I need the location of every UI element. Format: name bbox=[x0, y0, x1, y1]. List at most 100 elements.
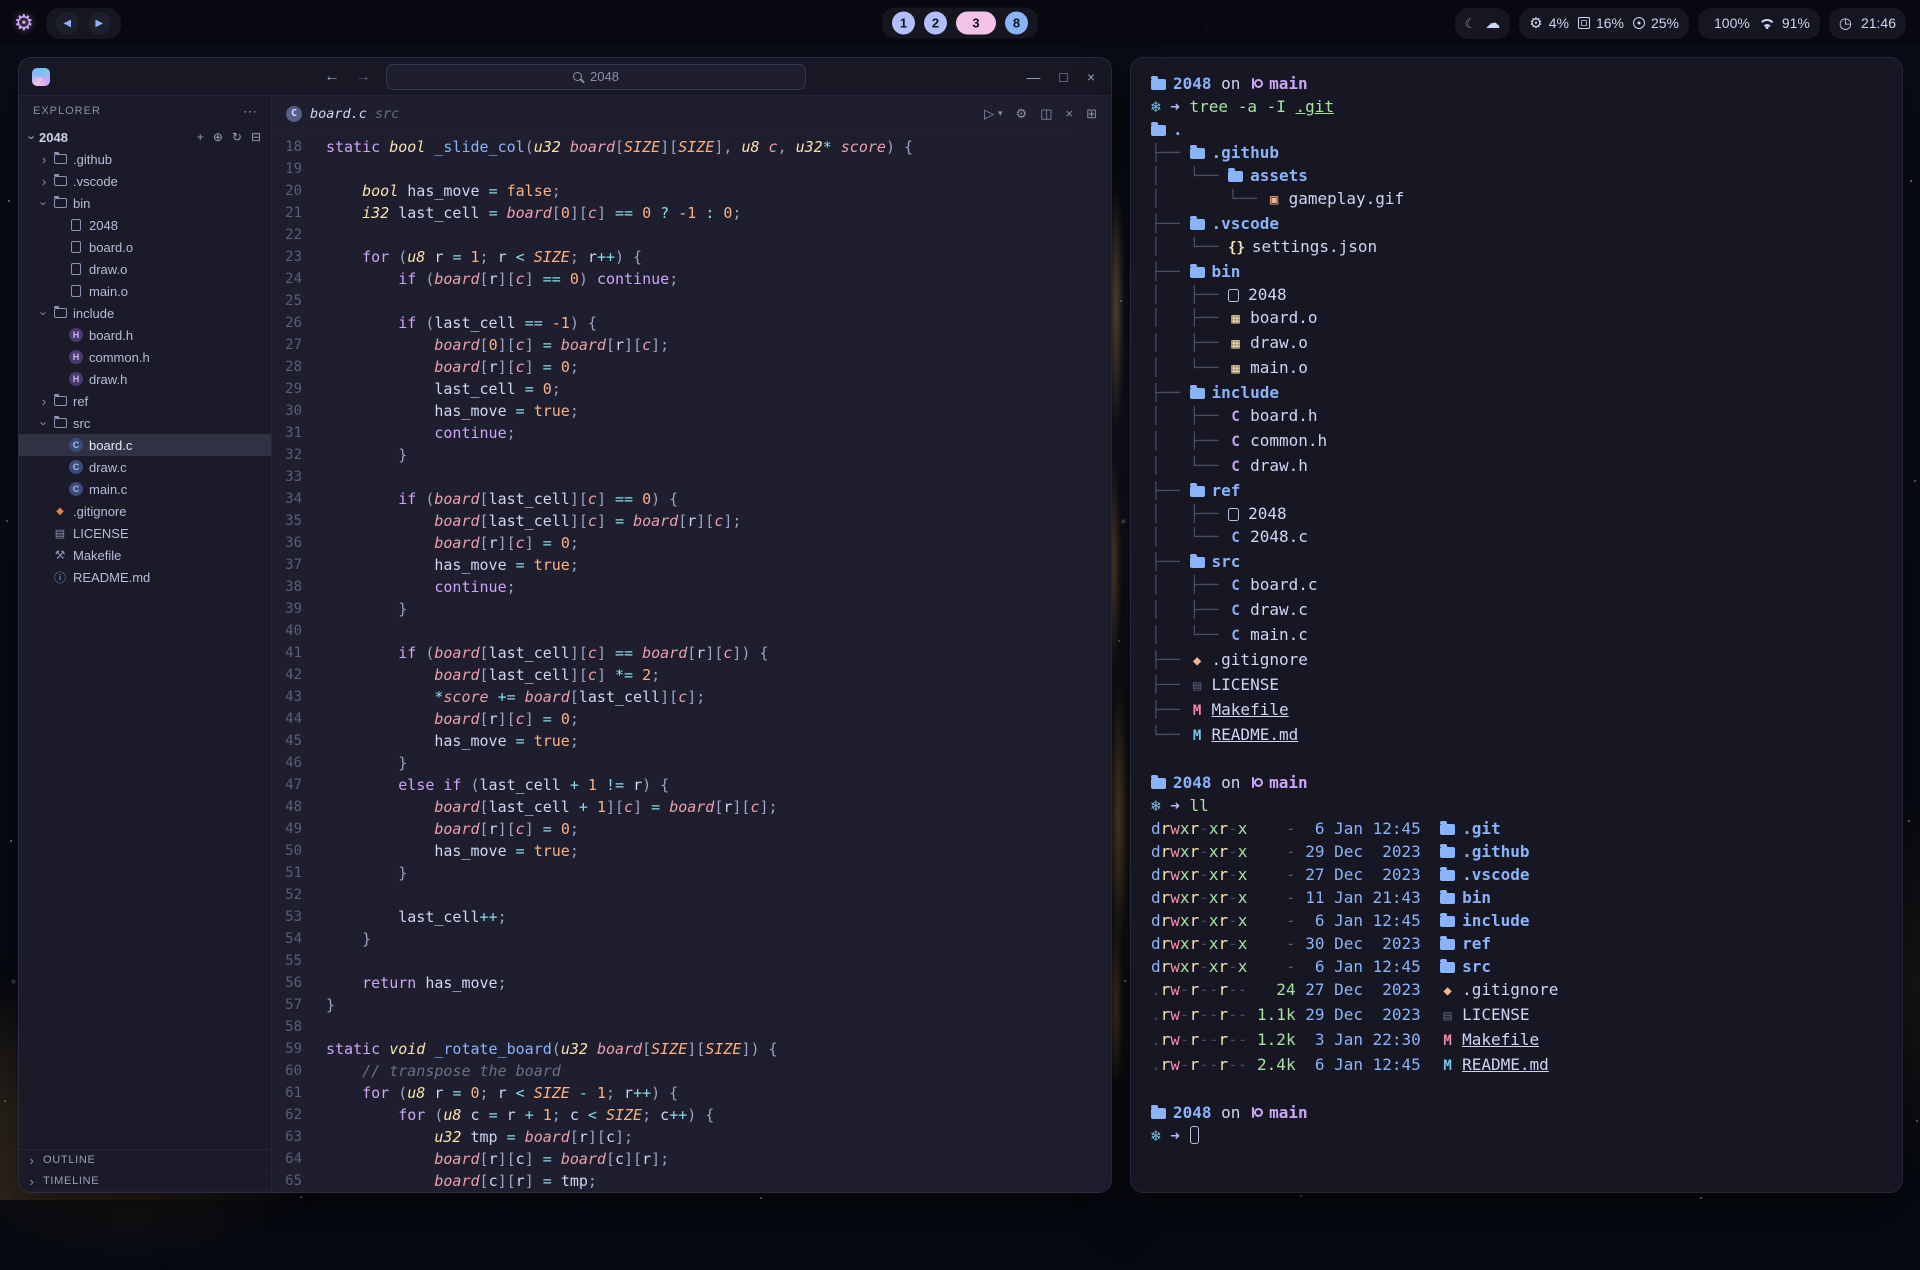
perm-char: x bbox=[1238, 865, 1248, 884]
explorer-item-main.o[interactable]: main.o bbox=[19, 280, 271, 302]
perm-char: w bbox=[1170, 819, 1180, 838]
explorer-item-board.h[interactable]: Hboard.h bbox=[19, 324, 271, 346]
explorer-item-LICENSE[interactable]: ▤LICENSE bbox=[19, 522, 271, 544]
explorer-item-main.c[interactable]: Cmain.c bbox=[19, 478, 271, 500]
explorer-item-include[interactable]: ›include bbox=[19, 302, 271, 324]
terminal-line-25: ├── ◆.gitignore bbox=[1151, 648, 1882, 673]
line-number: 38 bbox=[272, 576, 302, 598]
explorer-item-.github[interactable]: ›.github bbox=[19, 148, 271, 170]
vscode-body: EXPLORER ⋯ ›2048+⊕↻⊟›.github›.vscode›bin… bbox=[19, 96, 1111, 1192]
folder-icon bbox=[51, 308, 69, 318]
line-number: 54 bbox=[272, 928, 302, 950]
explorer-item-draw.h[interactable]: Hdraw.h bbox=[19, 368, 271, 390]
code-line-44: 44 board[r][c] = 0; bbox=[272, 708, 1111, 730]
vscode-titlebar[interactable]: ← → 2048 — □ × bbox=[19, 58, 1111, 96]
explorer-item-2048[interactable]: ›2048+⊕↻⊟ bbox=[19, 126, 271, 148]
settings-icon[interactable]: ⚙ bbox=[1016, 106, 1028, 122]
explorer-item-draw.c[interactable]: Cdraw.c bbox=[19, 456, 271, 478]
run-button[interactable]: ▷ bbox=[984, 106, 994, 122]
volume-indicator-value: 100% bbox=[1714, 15, 1750, 31]
explorer-item-src[interactable]: ›src bbox=[19, 412, 271, 434]
back-button[interactable]: ← bbox=[324, 68, 340, 86]
terminal-line-22: │ ├── Cboard.c bbox=[1151, 573, 1882, 598]
perm-char: - bbox=[1238, 1055, 1248, 1074]
terminal-window[interactable]: 2048 on main❄ ➜ tree -a -I .git.├── .git… bbox=[1130, 57, 1903, 1193]
code-line-39: 39 } bbox=[272, 598, 1111, 620]
minimize-button[interactable]: — bbox=[1026, 69, 1040, 85]
explorer-item-board.c[interactable]: Cboard.c bbox=[19, 434, 271, 456]
search-text: 2048 bbox=[590, 69, 619, 84]
explorer-item-draw.o[interactable]: draw.o bbox=[19, 258, 271, 280]
perm-char: - bbox=[1238, 1030, 1248, 1049]
bar-right-modules: ☾ ☁ ⚙4%16%25% 100%91% ◷ 21:46 bbox=[1455, 8, 1906, 39]
tab-board-c[interactable]: C board.c src bbox=[272, 96, 413, 131]
panel-outline[interactable]: ›OUTLINE bbox=[19, 1150, 271, 1171]
new-folder-button[interactable]: ⊕ bbox=[213, 130, 223, 144]
forward-button[interactable]: → bbox=[355, 68, 371, 86]
next-button[interactable]: ▶ bbox=[88, 12, 111, 35]
explorer-item-README.md[interactable]: ⓘREADME.md bbox=[19, 566, 271, 588]
perm-char: x bbox=[1180, 842, 1190, 861]
explorer-actions: + ⊕ ↻ ⊟ bbox=[197, 130, 271, 144]
perm-char: - bbox=[1199, 819, 1209, 838]
item-label: bin bbox=[73, 196, 90, 211]
line-number: 41 bbox=[272, 642, 302, 664]
close-editor-button[interactable]: × bbox=[1066, 106, 1074, 121]
close-button[interactable]: × bbox=[1087, 69, 1095, 85]
perm-char: w bbox=[1170, 934, 1180, 953]
folder-icon bbox=[1190, 148, 1205, 159]
prev-button[interactable]: ◀ bbox=[56, 12, 79, 35]
perm-char: - bbox=[1199, 888, 1209, 907]
launcher-gear-icon[interactable]: ⚙ bbox=[14, 12, 34, 34]
split-editor-button[interactable]: ◫ bbox=[1040, 106, 1052, 122]
maximize-button[interactable]: □ bbox=[1059, 69, 1067, 85]
panel-timeline[interactable]: ›TIMELINE bbox=[19, 1171, 271, 1192]
explorer-item-2048[interactable]: 2048 bbox=[19, 214, 271, 236]
code-line-38: 38 continue; bbox=[272, 576, 1111, 598]
explorer-item-common.h[interactable]: Hcommon.h bbox=[19, 346, 271, 368]
file-icon bbox=[67, 241, 85, 253]
code-line-28: 28 board[r][c] = 0; bbox=[272, 356, 1111, 378]
explorer-item-.vscode[interactable]: ›.vscode bbox=[19, 170, 271, 192]
line-content: has_move = true; bbox=[326, 400, 579, 422]
code-line-47: 47 else if (last_cell + 1 != r) { bbox=[272, 774, 1111, 796]
run-dropdown-icon[interactable]: ▾ bbox=[998, 108, 1003, 119]
collapse-all-button[interactable]: ⊟ bbox=[251, 130, 261, 144]
perm-char: - bbox=[1199, 1005, 1209, 1024]
terminal-line-5: │ └── assets bbox=[1151, 164, 1882, 187]
line-content: board[r][c] = 0; bbox=[326, 818, 579, 840]
workspace-2[interactable]: 2 bbox=[924, 12, 947, 35]
explorer-item-board.o[interactable]: board.o bbox=[19, 236, 271, 258]
perm-char: - bbox=[1180, 1005, 1190, 1024]
editor-code[interactable]: 18static bool _slide_col(u32 board[SIZE]… bbox=[272, 132, 1111, 1192]
refresh-button[interactable]: ↻ bbox=[232, 130, 242, 144]
explorer-item-.gitignore[interactable]: ◆.gitignore bbox=[19, 500, 271, 522]
workspace-3[interactable]: 3 bbox=[956, 12, 996, 35]
line-number: 57 bbox=[272, 994, 302, 1016]
explorer-item-Makefile[interactable]: ⚒Makefile bbox=[19, 544, 271, 566]
search-icon bbox=[573, 72, 582, 81]
workspace-1[interactable]: 1 bbox=[892, 12, 915, 35]
workspace-8[interactable]: 8 bbox=[1005, 12, 1028, 35]
line-number: 33 bbox=[272, 466, 302, 488]
explorer-item-bin[interactable]: ›bin bbox=[19, 192, 271, 214]
item-label: board.o bbox=[89, 240, 133, 255]
h-file-icon: H bbox=[67, 328, 85, 342]
code-line-56: 56 return has_move; bbox=[272, 972, 1111, 994]
line-number: 62 bbox=[272, 1104, 302, 1126]
h-file-icon: H bbox=[67, 350, 85, 364]
code-line-45: 45 has_move = true; bbox=[272, 730, 1111, 752]
perm-char: - bbox=[1180, 980, 1190, 999]
more-actions-icon[interactable]: ⋯ bbox=[243, 103, 257, 120]
perm-char: r bbox=[1218, 865, 1228, 884]
code-line-36: 36 board[r][c] = 0; bbox=[272, 532, 1111, 554]
code-line-55: 55 bbox=[272, 950, 1111, 972]
perm-char: x bbox=[1180, 888, 1190, 907]
new-file-button[interactable]: + bbox=[197, 130, 204, 144]
explorer-item-ref[interactable]: ›ref bbox=[19, 390, 271, 412]
layout-button[interactable]: ⊞ bbox=[1086, 106, 1097, 122]
terminal-line-41: .rw-r--r-- 1.2k 3 Jan 22:30 MMakefile bbox=[1151, 1028, 1882, 1053]
command-center-search[interactable]: 2048 bbox=[386, 64, 806, 90]
line-number: 50 bbox=[272, 840, 302, 862]
line-content: last_cell++; bbox=[326, 906, 507, 928]
